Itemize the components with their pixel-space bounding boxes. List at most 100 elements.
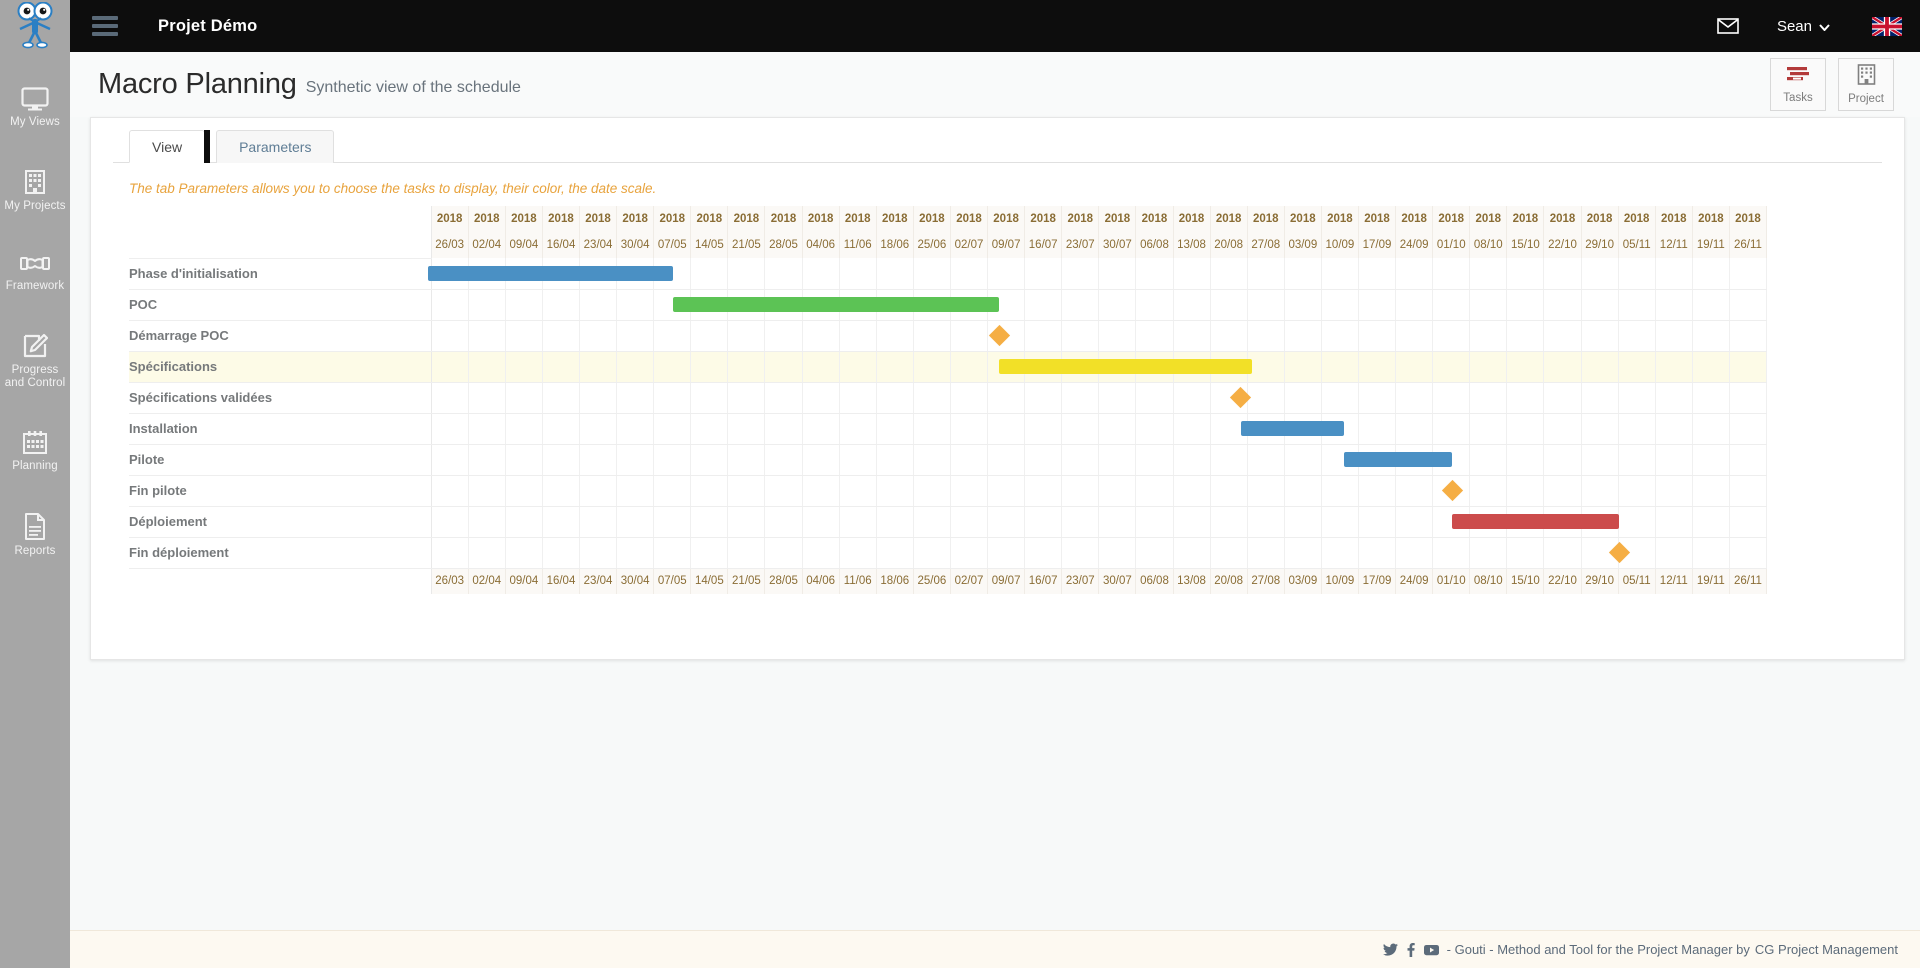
gantt-grid-cell <box>802 258 840 290</box>
gantt-row[interactable]: Pilote <box>129 444 1768 476</box>
gantt-task-label[interactable]: Phase d'initialisation <box>129 258 432 290</box>
gantt-grid-cell <box>1618 289 1656 321</box>
gantt-row[interactable]: Déploiement <box>129 506 1768 538</box>
gantt-grid-cell <box>579 320 618 352</box>
youtube-icon[interactable] <box>1423 944 1439 956</box>
gantt-grid-cell <box>616 413 655 445</box>
gantt-grid-cell <box>1581 320 1619 352</box>
gantt-grid-cell <box>727 351 766 383</box>
gantt-grid-cell <box>1024 413 1063 445</box>
gantt-row[interactable]: Installation <box>129 413 1768 445</box>
gantt-date-label-footer: 08/10 <box>1469 568 1508 594</box>
gantt-grid-cell <box>913 506 951 538</box>
uk-flag-icon[interactable] <box>1846 14 1904 38</box>
gantt-row[interactable]: Fin déploiement <box>129 537 1768 569</box>
gantt-grid-cell <box>1321 258 1359 290</box>
gantt-task-label[interactable]: Installation <box>129 413 432 445</box>
gantt-grid-cell <box>876 444 914 476</box>
gantt-grid-cell <box>1692 506 1730 538</box>
social-links <box>1382 942 1439 957</box>
gantt-task-label[interactable]: POC <box>129 289 432 321</box>
facebook-icon[interactable] <box>1407 942 1415 957</box>
user-menu[interactable]: Sean <box>1761 18 1846 35</box>
gantt-grid-cell <box>616 258 655 290</box>
gouti-mascot-logo[interactable] <box>0 0 70 52</box>
gantt-grid-cell <box>1210 351 1248 383</box>
gantt-date-label: 14/05 <box>690 232 729 258</box>
gantt-grid-cell <box>1210 444 1248 476</box>
footer-brand[interactable]: CG Project Management <box>1755 942 1898 957</box>
tasks-button[interactable]: Tasks <box>1770 58 1826 111</box>
sidebar-item-my-views[interactable]: My Views <box>0 78 70 138</box>
gantt-grid-cell <box>1432 382 1471 414</box>
gantt-row[interactable]: POC <box>129 289 1768 321</box>
gantt-grid-cell <box>1135 444 1174 476</box>
gantt-row[interactable]: Phase d'initialisation <box>129 258 1768 290</box>
gantt-date-label: 04/06 <box>802 232 840 258</box>
gantt-grid-cell <box>1395 537 1434 569</box>
gantt-grid-cell <box>1395 413 1434 445</box>
tasks-button-label: Tasks <box>1783 91 1813 104</box>
gantt-date-label-footer: 22/10 <box>1543 568 1582 594</box>
tab-view[interactable]: View <box>129 130 206 163</box>
gantt-grid-cell <box>1618 382 1656 414</box>
gantt-task-label[interactable]: Déploiement <box>129 506 432 538</box>
gantt-grid-cell <box>1135 413 1174 445</box>
gantt-row[interactable]: Spécifications validées <box>129 382 1768 414</box>
gantt-grid-cell <box>1432 413 1471 445</box>
gantt-date-label-footer: 03/09 <box>1284 568 1322 594</box>
gantt-grid-cell <box>727 258 766 290</box>
gantt-grid-cell <box>1543 382 1582 414</box>
sidebar-item-my-projects[interactable]: My Projects <box>0 160 70 222</box>
gantt-grid-cell <box>1210 475 1248 507</box>
gantt-grid-cell <box>1729 258 1768 290</box>
gantt-grid-cell <box>1061 351 1100 383</box>
gantt-date-label: 16/04 <box>542 232 581 258</box>
gantt-row[interactable]: Spécifications <box>129 351 1768 383</box>
gantt-task-label[interactable]: Pilote <box>129 444 432 476</box>
gantt-grid-cell <box>764 382 803 414</box>
gantt-grid-cell <box>987 537 1026 569</box>
gantt-grid-cell <box>505 537 543 569</box>
gantt-task-label[interactable]: Spécifications <box>129 351 432 383</box>
gantt-grid-cell <box>542 258 581 290</box>
gantt-date-label-footer: 01/10 <box>1432 568 1471 594</box>
sidebar-item-reports[interactable]: Reports <box>0 504 70 567</box>
gantt-row[interactable]: Démarrage POC <box>129 320 1768 352</box>
twitter-icon[interactable] <box>1382 943 1398 956</box>
gantt-grid-cell <box>1284 258 1322 290</box>
sidebar-item-framework[interactable]: Framework <box>0 244 70 302</box>
hamburger-menu-icon[interactable] <box>78 16 132 36</box>
gantt-footer-date-row: 26/03 02/04 09/04 16/04 23/04 30/04 07/05 14/05… <box>129 568 1768 594</box>
gantt-grid-cell <box>913 537 951 569</box>
gantt-year-label: 2018 <box>727 206 766 232</box>
gantt-grid-cell <box>1655 289 1693 321</box>
gantt-grid-cell <box>431 506 469 538</box>
gantt-task-label[interactable]: Spécifications validées <box>129 382 432 414</box>
gantt-grid-cell <box>431 382 469 414</box>
gantt-date-label-footer: 30/07 <box>1098 568 1137 594</box>
gantt-date-label: 07/05 <box>653 232 692 258</box>
gantt-grid-cell <box>1618 444 1656 476</box>
project-button[interactable]: Project <box>1838 58 1894 111</box>
sidebar-item-planning[interactable]: Planning <box>0 421 70 482</box>
gantt-task-label[interactable]: Démarrage POC <box>129 320 432 352</box>
gantt-year-label: 2018 <box>1135 206 1174 232</box>
gantt-year-label: 2018 <box>1395 206 1434 232</box>
gantt-grid-cell <box>950 475 989 507</box>
gantt-date-label: 13/08 <box>1173 232 1211 258</box>
gantt-grid-cell <box>950 320 989 352</box>
envelope-icon[interactable] <box>1695 18 1761 34</box>
sidebar-item-progress-and-control[interactable]: Progress and Control <box>0 324 70 399</box>
gantt-task-label[interactable]: Fin pilote <box>129 475 432 507</box>
tab-parameters[interactable]: Parameters <box>216 130 335 163</box>
page-subtitle: Synthetic view of the schedule <box>305 78 521 96</box>
gantt-date-label: 30/04 <box>616 232 655 258</box>
gantt-grid-cell <box>579 506 618 538</box>
gantt-grid-cell <box>1543 475 1582 507</box>
gantt-row[interactable]: Fin pilote <box>129 475 1768 507</box>
gantt-grid-cell <box>616 537 655 569</box>
gantt-grid-cell <box>1506 444 1545 476</box>
gantt-grid-cell <box>1061 475 1100 507</box>
gantt-task-label[interactable]: Fin déploiement <box>129 537 432 569</box>
